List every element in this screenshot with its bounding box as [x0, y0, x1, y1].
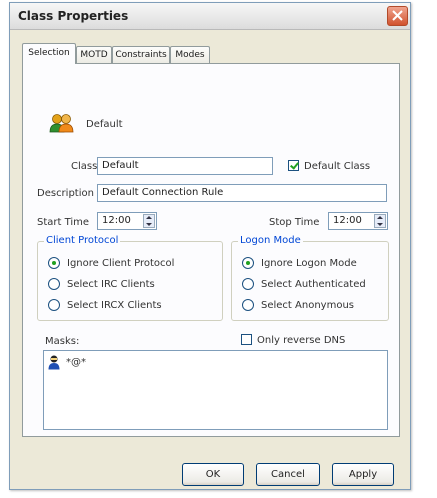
- selection-panel: Default Class Default Default Class Desc…: [22, 63, 400, 437]
- ignore-logon-mode-radio[interactable]: [242, 257, 254, 269]
- class-input[interactable]: Default: [97, 157, 273, 175]
- select-authenticated-label: Select Authenticated: [261, 279, 366, 290]
- window-title: Class Properties: [18, 9, 129, 23]
- class-properties-dialog: Class Properties Selection MOTD Constrai…: [9, 2, 411, 490]
- select-ircx-clients-label: Select IRCX Clients: [67, 300, 162, 311]
- user-mask-icon: [48, 355, 60, 373]
- description-input[interactable]: Default Connection Rule: [97, 184, 387, 202]
- select-irc-clients-radio[interactable]: [48, 278, 60, 290]
- default-class-label: Default Class: [304, 161, 371, 172]
- masks-list[interactable]: *@*: [43, 350, 388, 430]
- start-time-label: Start Time: [37, 217, 90, 228]
- class-label: Class: [71, 161, 98, 172]
- start-time-value: 12:00: [102, 215, 131, 226]
- cancel-button[interactable]: Cancel: [256, 463, 320, 486]
- logon-mode-group: Logon Mode Ignore Logon Mode Select Auth…: [231, 235, 389, 321]
- tab-constraints[interactable]: Constraints: [112, 46, 170, 63]
- ok-button[interactable]: OK: [182, 463, 244, 486]
- tab-motd[interactable]: MOTD: [76, 46, 112, 63]
- select-anonymous-radio[interactable]: [242, 299, 254, 311]
- select-ircx-clients-radio[interactable]: [48, 299, 60, 311]
- client-protocol-group: Client Protocol Ignore Client Protocol S…: [37, 235, 223, 321]
- apply-button[interactable]: Apply: [332, 463, 394, 486]
- class-name-heading: Default: [86, 119, 123, 130]
- tab-modes[interactable]: Modes: [170, 46, 210, 63]
- ignore-client-protocol-radio[interactable]: [48, 257, 60, 269]
- tab-selection[interactable]: Selection: [22, 43, 76, 64]
- masks-label: Masks:: [45, 336, 80, 347]
- default-class-checkbox[interactable]: [288, 160, 299, 171]
- logon-mode-title: Logon Mode: [238, 235, 303, 246]
- stop-time-value: 12:00: [333, 215, 362, 226]
- stop-time-spinner[interactable]: [374, 214, 386, 228]
- client-protocol-title: Client Protocol: [44, 235, 121, 246]
- description-label: Description: [37, 188, 94, 199]
- only-reverse-dns-checkbox[interactable]: [241, 334, 252, 345]
- mask-text: *@*: [66, 357, 86, 368]
- title-bar[interactable]: Class Properties: [10, 3, 410, 30]
- stop-time-input[interactable]: 12:00: [328, 212, 388, 230]
- select-anonymous-label: Select Anonymous: [261, 300, 354, 311]
- close-button[interactable]: [387, 6, 408, 26]
- select-authenticated-radio[interactable]: [242, 278, 254, 290]
- ignore-client-protocol-label: Ignore Client Protocol: [67, 258, 175, 269]
- users-icon: [49, 113, 75, 136]
- start-time-spinner[interactable]: [143, 214, 155, 228]
- stop-time-label: Stop Time: [269, 217, 320, 228]
- only-reverse-dns-label: Only reverse DNS: [257, 335, 346, 346]
- select-irc-clients-label: Select IRC Clients: [67, 279, 155, 290]
- ignore-logon-mode-label: Ignore Logon Mode: [261, 258, 357, 269]
- start-time-input[interactable]: 12:00: [97, 212, 157, 230]
